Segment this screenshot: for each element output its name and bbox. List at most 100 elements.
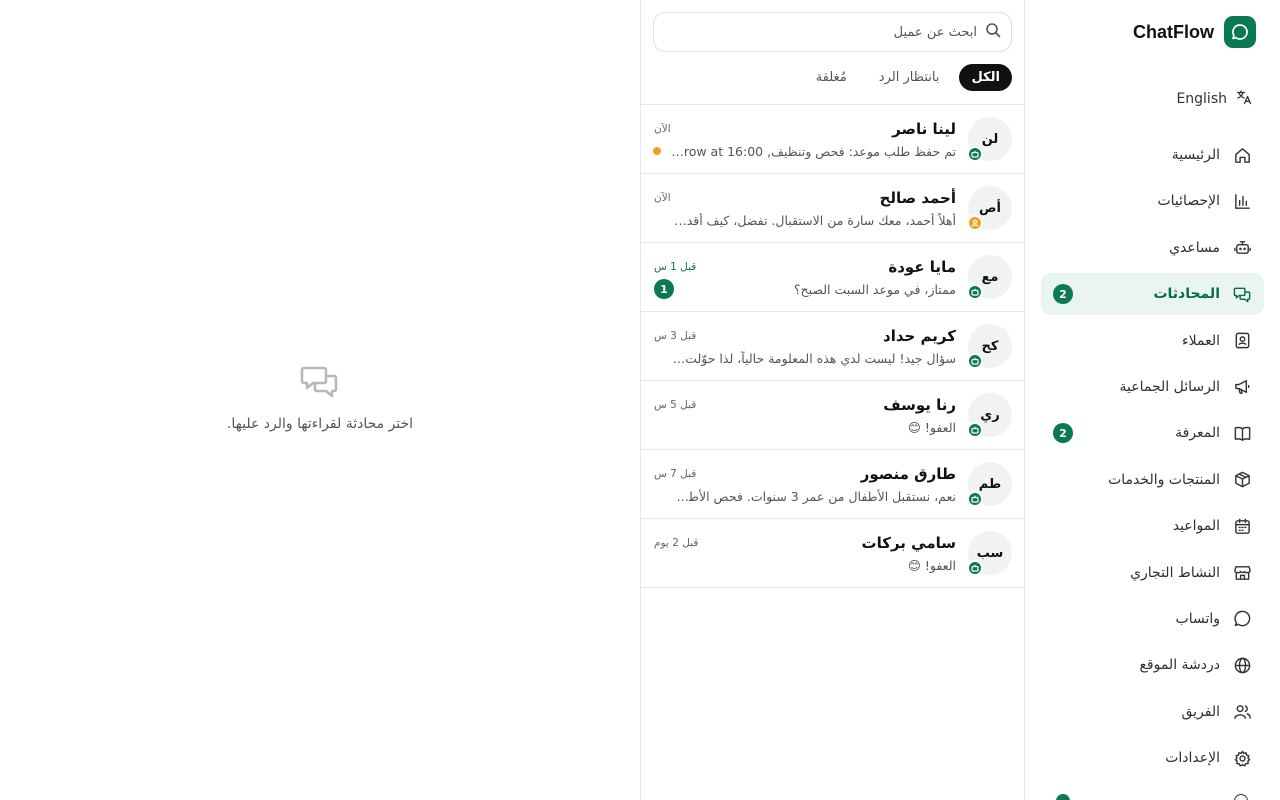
sidebar-item-knowledge[interactable]: المعرفة 2 [1041, 412, 1264, 454]
message-preview: العفو! 😊 [907, 558, 956, 573]
knowledge-count-badge: 2 [1053, 423, 1073, 444]
bot-icon [1232, 238, 1252, 258]
empty-state-message: اختر محادثة لقراءتها والرد عليها. [226, 416, 414, 432]
tab-awaiting-reply[interactable]: بانتظار الرد [867, 64, 952, 91]
bot-agent-icon [967, 353, 983, 369]
contact-name: طارق منصور [860, 465, 956, 483]
translate-icon [1236, 89, 1252, 109]
sidebar: ChatFlow English الرئيسية الإحصائيات مسا… [1025, 0, 1280, 800]
globe-icon [1232, 655, 1252, 675]
brand[interactable]: ChatFlow [1133, 16, 1256, 48]
gear-icon [1232, 748, 1252, 768]
store-icon [1232, 563, 1252, 583]
conversation-row[interactable]: طم طارق منصور نعم، نستقبل الأطفال من عمر… [641, 450, 1024, 519]
avatar: مع [967, 255, 1012, 300]
bot-agent-icon [967, 284, 983, 300]
contact-name: أحمد صالح [879, 189, 956, 207]
bot-agent-icon [967, 491, 983, 507]
avatar: كح [967, 324, 1012, 369]
avatar: ري [967, 393, 1012, 438]
bot-agent-icon [967, 422, 983, 438]
whatsapp-icon [1232, 609, 1252, 629]
filter-tabs: الكل بانتظار الرد مُغلقة [804, 64, 1012, 91]
human-agent-icon [967, 215, 983, 231]
avatar: طم [967, 462, 1012, 507]
contact-name: مايا عودة [888, 258, 956, 276]
next-item-icon [1234, 794, 1248, 800]
box-icon [1232, 470, 1252, 490]
sidebar-item-conversations[interactable]: المحادثات 2 [1041, 273, 1264, 316]
sidebar-item-broadcasts[interactable]: الرسائل الجماعية [1041, 366, 1264, 408]
avatar-initials: طم [978, 476, 1002, 492]
next-item-badge [1056, 794, 1070, 800]
message-time: قبل 1 س [654, 261, 697, 273]
calendar-icon [1232, 516, 1252, 536]
conversation-row[interactable]: لن لينا ناصر تم حفظ طلب موعد: فحص وتنظيف… [641, 105, 1024, 174]
conversation-row[interactable]: مع مايا عودة ممتاز، في موعد السبت الصبح؟… [641, 243, 1024, 312]
conversation-row[interactable]: سب سامي بركات العفو! 😊 قبل 2 يوم [641, 519, 1024, 588]
message-time: الآن [654, 123, 671, 135]
sidebar-item-customers[interactable]: العملاء [1041, 320, 1264, 362]
sidebar-item-business[interactable]: النشاط التجاري [1041, 552, 1264, 594]
search-box[interactable] [653, 12, 1012, 52]
message-time: قبل 3 س [654, 330, 697, 342]
contact-name: لينا ناصر [892, 120, 956, 138]
message-preview: أهلاً أحمد، معك سارة من الاستقبال. تفضل،… [671, 213, 956, 228]
book-icon [1232, 423, 1252, 443]
bar-chart-icon [1232, 191, 1252, 211]
bot-agent-icon [967, 560, 983, 576]
message-time: الآن [654, 192, 671, 204]
main-nav: الرئيسية الإحصائيات مساعدي المحادثات 2 ا… [1041, 134, 1264, 783]
message-time: قبل 2 يوم [654, 537, 699, 549]
sidebar-item-settings[interactable]: الإعدادات [1041, 737, 1264, 779]
unread-dot [653, 147, 661, 155]
avatar: سب [967, 531, 1012, 576]
contact-name: كريم حداد [883, 327, 956, 345]
conversation-list: لن لينا ناصر تم حفظ طلب موعد: فحص وتنظيف… [641, 104, 1024, 588]
sidebar-item-products-services[interactable]: المنتجات والخدمات [1041, 459, 1264, 501]
conversation-row[interactable]: ري رنا يوسف العفو! 😊 قبل 5 س [641, 381, 1024, 450]
message-preview: تم حفظ طلب موعد: فحص وتنظيف, tomorrow at… [671, 144, 956, 159]
avatar-initials: لن [981, 131, 999, 147]
conversation-row[interactable]: كح كريم حداد سؤال جيد! ليست لدي هذه المع… [641, 312, 1024, 381]
bot-agent-icon [967, 146, 983, 162]
avatar-initials: ري [980, 407, 1000, 423]
message-preview: العفو! 😊 [907, 420, 956, 435]
conversation-list-panel: الكل بانتظار الرد مُغلقة لن لينا ناصر تم… [640, 0, 1025, 800]
conversations-count-badge: 2 [1053, 284, 1073, 305]
contact-name: رنا يوسف [883, 396, 956, 414]
sidebar-item-appointments[interactable]: المواعيد [1041, 505, 1264, 547]
tab-closed[interactable]: مُغلقة [804, 64, 859, 91]
sidebar-item-whatsapp[interactable]: واتساب [1041, 598, 1264, 640]
chat-bubble-logo-icon [1224, 16, 1256, 48]
sidebar-item-statistics[interactable]: الإحصائيات [1041, 180, 1264, 222]
language-switcher[interactable]: English [1176, 88, 1252, 110]
chat-bubbles-icon [300, 362, 340, 402]
search-icon [985, 22, 1001, 42]
megaphone-icon [1232, 377, 1252, 397]
sidebar-item-team[interactable]: الفريق [1041, 691, 1264, 733]
tab-all[interactable]: الكل [959, 64, 1012, 91]
home-icon [1232, 145, 1252, 165]
unread-count-badge: 1 [654, 279, 674, 299]
message-preview: ممتاز، في موعد السبت الصبح؟ [793, 282, 956, 297]
chat-icon [1232, 284, 1252, 304]
avatar: لن [967, 117, 1012, 162]
avatar-initials: مع [981, 269, 999, 285]
avatar-initials: سب [976, 545, 1004, 561]
conversation-row[interactable]: أص أحمد صالح أهلاً أحمد، معك سارة من الا… [641, 174, 1024, 243]
sidebar-item-home[interactable]: الرئيسية [1041, 134, 1264, 176]
conversation-detail-pane: اختر محادثة لقراءتها والرد عليها. [0, 0, 640, 800]
message-time: قبل 5 س [654, 399, 697, 411]
sidebar-item-my-assistant[interactable]: مساعدي [1041, 227, 1264, 269]
message-time: قبل 7 س [654, 468, 697, 480]
contact-name: سامي بركات [861, 534, 956, 552]
search-input[interactable] [677, 24, 977, 40]
sidebar-item-website-chat[interactable]: دردشة الموقع [1041, 644, 1264, 686]
avatar-initials: كح [981, 338, 999, 354]
language-label: English [1176, 91, 1227, 107]
brand-name: ChatFlow [1133, 21, 1214, 42]
avatar: أص [967, 186, 1012, 231]
team-icon [1232, 702, 1252, 722]
message-preview: سؤال جيد! ليست لدي هذه المعلومة حالياً، … [671, 351, 956, 366]
